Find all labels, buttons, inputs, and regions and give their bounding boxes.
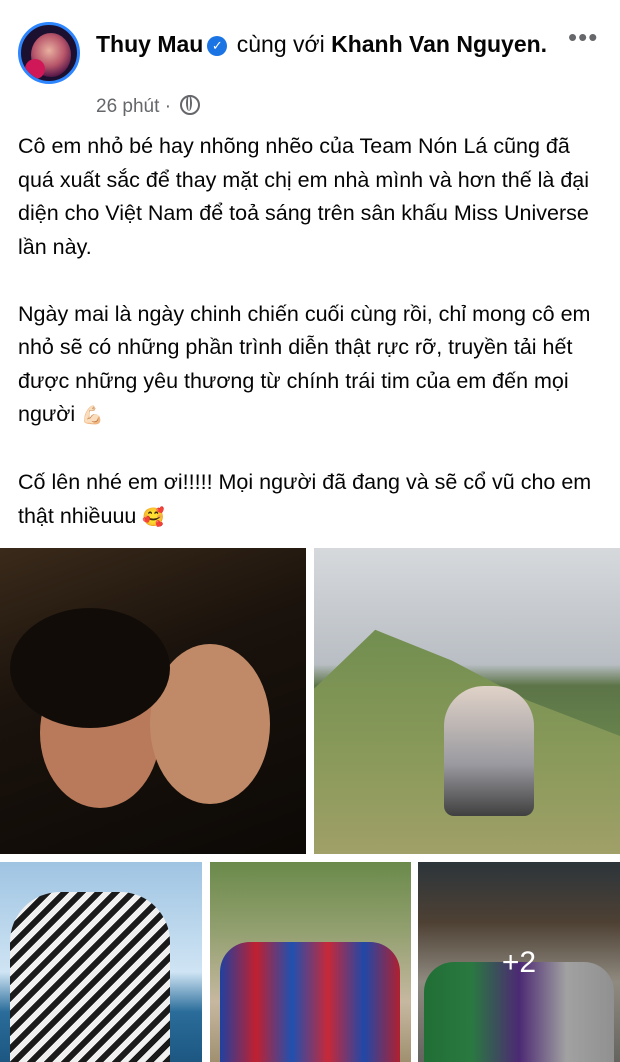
photo-boat[interactable] xyxy=(0,862,202,1062)
with-text: cùng với xyxy=(236,31,325,57)
photo-people xyxy=(444,686,534,816)
photo-hair xyxy=(10,608,170,728)
photo-costumes[interactable] xyxy=(210,862,411,1062)
verified-badge-icon: ✓ xyxy=(207,36,228,56)
author-avatar[interactable] xyxy=(18,22,80,84)
author-name[interactable]: Thuy Mau xyxy=(96,31,203,57)
post-paragraph-3: Cố lên nhé em ơi!!!!! Mọi người đã đang … xyxy=(18,466,608,534)
flexed-arm-emoji: 💪🏻 xyxy=(81,405,104,425)
photo-mountain[interactable] xyxy=(314,548,620,854)
post-meta: 26 phút · xyxy=(96,95,201,118)
post-paragraph-1: Cô em nhỏ bé hay nhõng nhẽo của Team Nón… xyxy=(18,134,590,259)
more-horizontal-icon[interactable]: ••• xyxy=(568,22,598,53)
photo-more[interactable]: +2 xyxy=(418,862,620,1062)
globe-icon[interactable] xyxy=(180,95,201,115)
meta-dot: · xyxy=(164,96,172,117)
photo-costume-group xyxy=(220,942,400,1062)
post-paragraph-2: Ngày mai là ngày chinh chiến cuối cùng r… xyxy=(18,298,608,433)
tagged-person[interactable]: Khanh Van Nguyen. xyxy=(331,31,547,57)
post-time[interactable]: 26 phút xyxy=(96,96,159,117)
smiling-hearts-emoji: 🥰 xyxy=(142,506,165,527)
photo-women xyxy=(10,892,170,1062)
avatar-flower xyxy=(25,59,45,79)
author-line: Thuy Mau ✓ cùng với Khanh Van Nguyen. xyxy=(96,28,566,60)
more-photos-count[interactable]: +2 xyxy=(418,946,620,980)
post-text: Cô em nhỏ bé hay nhõng nhẽo của Team Nón… xyxy=(18,130,608,568)
photo-selfie[interactable] xyxy=(0,548,306,854)
post-header: Thuy Mau ✓ cùng với Khanh Van Nguyen. 26 … xyxy=(0,0,620,130)
